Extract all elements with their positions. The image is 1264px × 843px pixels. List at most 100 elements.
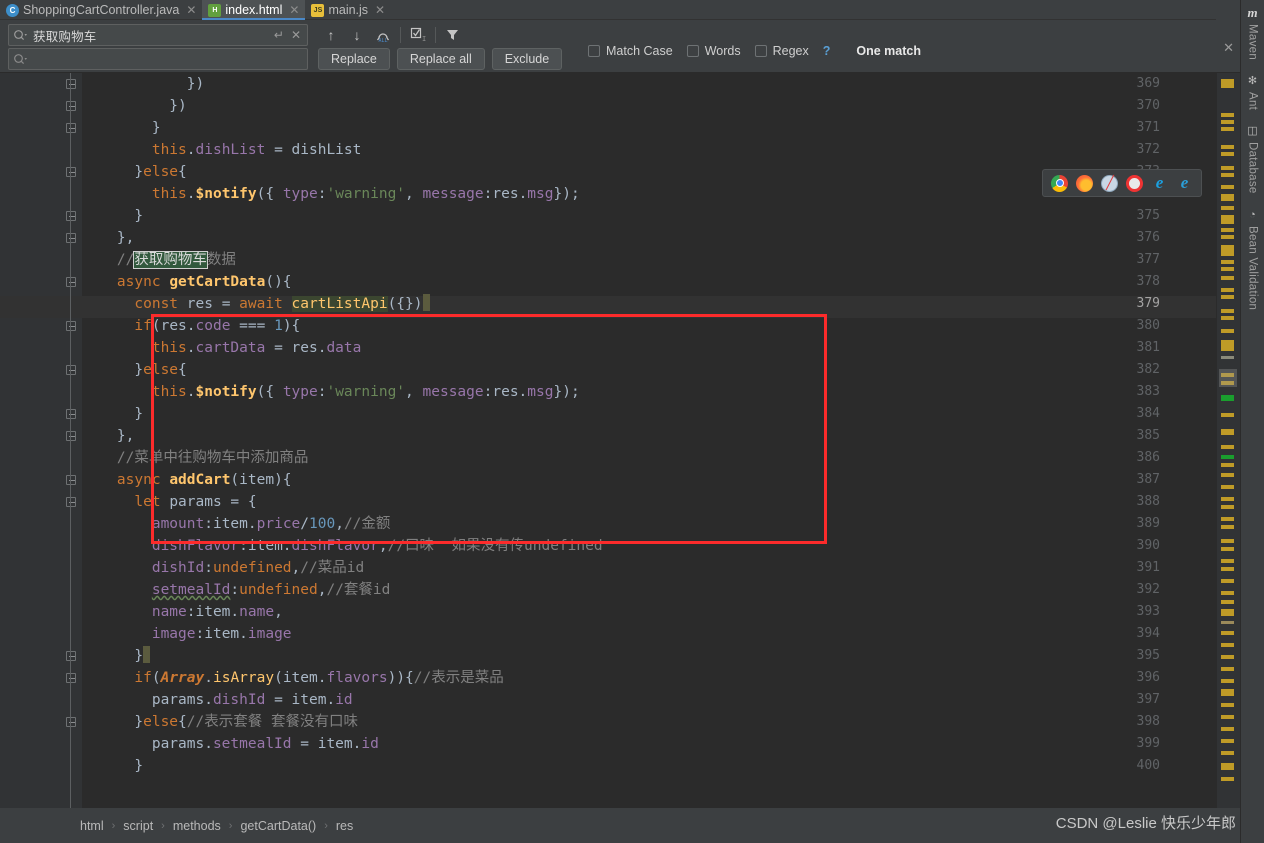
- close-icon[interactable]: ✕: [291, 29, 301, 41]
- arrow-down-icon[interactable]: ↓: [344, 24, 370, 46]
- breadcrumb-item-html[interactable]: html: [80, 819, 104, 833]
- stripe-marker[interactable]: [1221, 79, 1234, 88]
- internet-explorer-icon[interactable]: e: [1151, 174, 1168, 192]
- exclude-button[interactable]: Exclude: [491, 48, 563, 70]
- stripe-marker[interactable]: [1221, 152, 1234, 156]
- close-icon[interactable]: ✕: [186, 4, 196, 16]
- stripe-marker[interactable]: [1221, 206, 1234, 210]
- stripe-marker[interactable]: [1221, 679, 1234, 683]
- error-stripe-scrollbar[interactable]: [1216, 73, 1240, 808]
- tool-tab-database[interactable]: ◫ Database: [1247, 120, 1259, 204]
- tab-index-html[interactable]: H index.html ✕: [202, 0, 306, 20]
- code-editor[interactable]: }) }) } this.dishList = dishList }else{ …: [0, 73, 1216, 808]
- stripe-marker[interactable]: [1221, 777, 1234, 781]
- fold-toggle-icon[interactable]: [66, 167, 76, 177]
- stripe-marker[interactable]: [1221, 751, 1234, 755]
- fold-toggle-icon[interactable]: [66, 409, 76, 419]
- fold-toggle-icon[interactable]: [66, 233, 76, 243]
- stripe-marker[interactable]: [1221, 288, 1234, 292]
- fold-toggle-icon[interactable]: [66, 101, 76, 111]
- select-all-occurrences-icon[interactable]: ALL: [370, 24, 396, 46]
- fold-toggle-icon[interactable]: [66, 321, 76, 331]
- stripe-marker[interactable]: [1221, 643, 1234, 647]
- close-icon[interactable]: ✕: [289, 4, 299, 16]
- regex-checkbox[interactable]: Regex: [754, 44, 809, 58]
- stripe-marker[interactable]: [1221, 621, 1234, 624]
- stripe-marker[interactable]: [1221, 340, 1234, 351]
- stripe-marker[interactable]: [1221, 329, 1234, 333]
- stripe-marker[interactable]: [1221, 600, 1234, 604]
- stripe-marker[interactable]: [1221, 145, 1234, 149]
- stripe-marker[interactable]: [1221, 316, 1234, 320]
- match-case-checkbox[interactable]: Match Case: [588, 44, 673, 58]
- stripe-marker[interactable]: [1221, 120, 1234, 124]
- fold-toggle-icon[interactable]: [66, 277, 76, 287]
- stripe-marker[interactable]: [1221, 245, 1234, 256]
- tool-tab-maven[interactable]: m Maven: [1247, 0, 1259, 70]
- breadcrumb-item-res[interactable]: res: [336, 819, 353, 833]
- stripe-marker[interactable]: [1221, 485, 1234, 489]
- fold-toggle-icon[interactable]: [66, 365, 76, 375]
- stripe-marker[interactable]: [1221, 276, 1234, 280]
- regex-help-icon[interactable]: ?: [823, 44, 831, 58]
- stripe-marker[interactable]: [1221, 609, 1234, 616]
- stripe-marker[interactable]: [1221, 591, 1234, 595]
- close-find-panel-icon[interactable]: ✕: [1223, 40, 1234, 56]
- fold-toggle-icon[interactable]: [66, 475, 76, 485]
- fold-toggle-icon[interactable]: [66, 673, 76, 683]
- stripe-marker[interactable]: [1221, 525, 1234, 529]
- fold-toggle-icon[interactable]: [66, 717, 76, 727]
- stripe-marker[interactable]: [1221, 215, 1234, 224]
- filter-icon[interactable]: [440, 24, 466, 46]
- stripe-marker[interactable]: [1221, 455, 1234, 459]
- stripe-marker[interactable]: [1221, 267, 1234, 271]
- stripe-marker[interactable]: [1221, 631, 1234, 635]
- browser-launch-toolbar[interactable]: e e: [1042, 169, 1202, 197]
- stripe-marker[interactable]: [1221, 413, 1234, 417]
- stripe-marker[interactable]: [1221, 579, 1234, 583]
- stripe-marker[interactable]: [1221, 127, 1234, 131]
- fold-toggle-icon[interactable]: [66, 79, 76, 89]
- stripe-marker[interactable]: [1221, 539, 1234, 543]
- stripe-marker[interactable]: [1221, 260, 1234, 264]
- fold-toggle-icon[interactable]: [66, 123, 76, 133]
- replace-all-button[interactable]: Replace all: [396, 48, 485, 70]
- stripe-marker[interactable]: [1221, 505, 1234, 509]
- replace-button[interactable]: Replace: [318, 48, 390, 70]
- search-input[interactable]: 获取购物车 ↵ ✕: [8, 24, 308, 46]
- stripe-marker[interactable]: [1221, 194, 1234, 201]
- tab-main-js[interactable]: JS main.js ✕: [305, 0, 391, 20]
- tool-tab-bean-validation[interactable]: ◔ Bean Validation: [1247, 204, 1259, 320]
- firefox-icon[interactable]: [1076, 174, 1093, 192]
- safari-icon[interactable]: [1101, 174, 1118, 192]
- replace-input[interactable]: [8, 48, 308, 70]
- breadcrumb-item-getcartdata[interactable]: getCartData(): [240, 819, 316, 833]
- fold-toggle-icon[interactable]: [66, 651, 76, 661]
- chrome-icon[interactable]: [1051, 174, 1068, 192]
- magnifier-icon[interactable]: [13, 28, 29, 43]
- toggle-selection-icon[interactable]: II: [405, 24, 431, 46]
- words-checkbox[interactable]: Words: [686, 44, 741, 58]
- stripe-marker[interactable]: [1221, 463, 1234, 467]
- checkbox-box[interactable]: [686, 45, 699, 57]
- stripe-marker[interactable]: [1221, 497, 1234, 501]
- stripe-marker[interactable]: [1221, 473, 1234, 477]
- stripe-marker[interactable]: [1221, 356, 1234, 359]
- stripe-marker[interactable]: [1221, 185, 1234, 189]
- tab-shoppingcartcontroller-java[interactable]: C ShoppingCartController.java ✕: [0, 0, 202, 20]
- stripe-marker[interactable]: [1221, 228, 1234, 232]
- stripe-marker[interactable]: [1221, 547, 1234, 551]
- stripe-marker[interactable]: [1221, 395, 1234, 401]
- edge-icon[interactable]: e: [1176, 174, 1193, 192]
- stripe-marker[interactable]: [1221, 703, 1234, 707]
- checkbox-box[interactable]: [754, 45, 767, 57]
- stripe-marker[interactable]: [1221, 113, 1234, 117]
- stripe-marker[interactable]: [1221, 173, 1234, 177]
- stripe-marker[interactable]: [1221, 763, 1234, 770]
- stripe-marker[interactable]: [1221, 445, 1234, 449]
- stripe-marker[interactable]: [1221, 655, 1234, 659]
- breadcrumb-item-methods[interactable]: methods: [173, 819, 221, 833]
- stripe-marker[interactable]: [1221, 567, 1234, 571]
- stripe-marker[interactable]: [1221, 739, 1234, 743]
- magnifier-icon[interactable]: [13, 52, 29, 67]
